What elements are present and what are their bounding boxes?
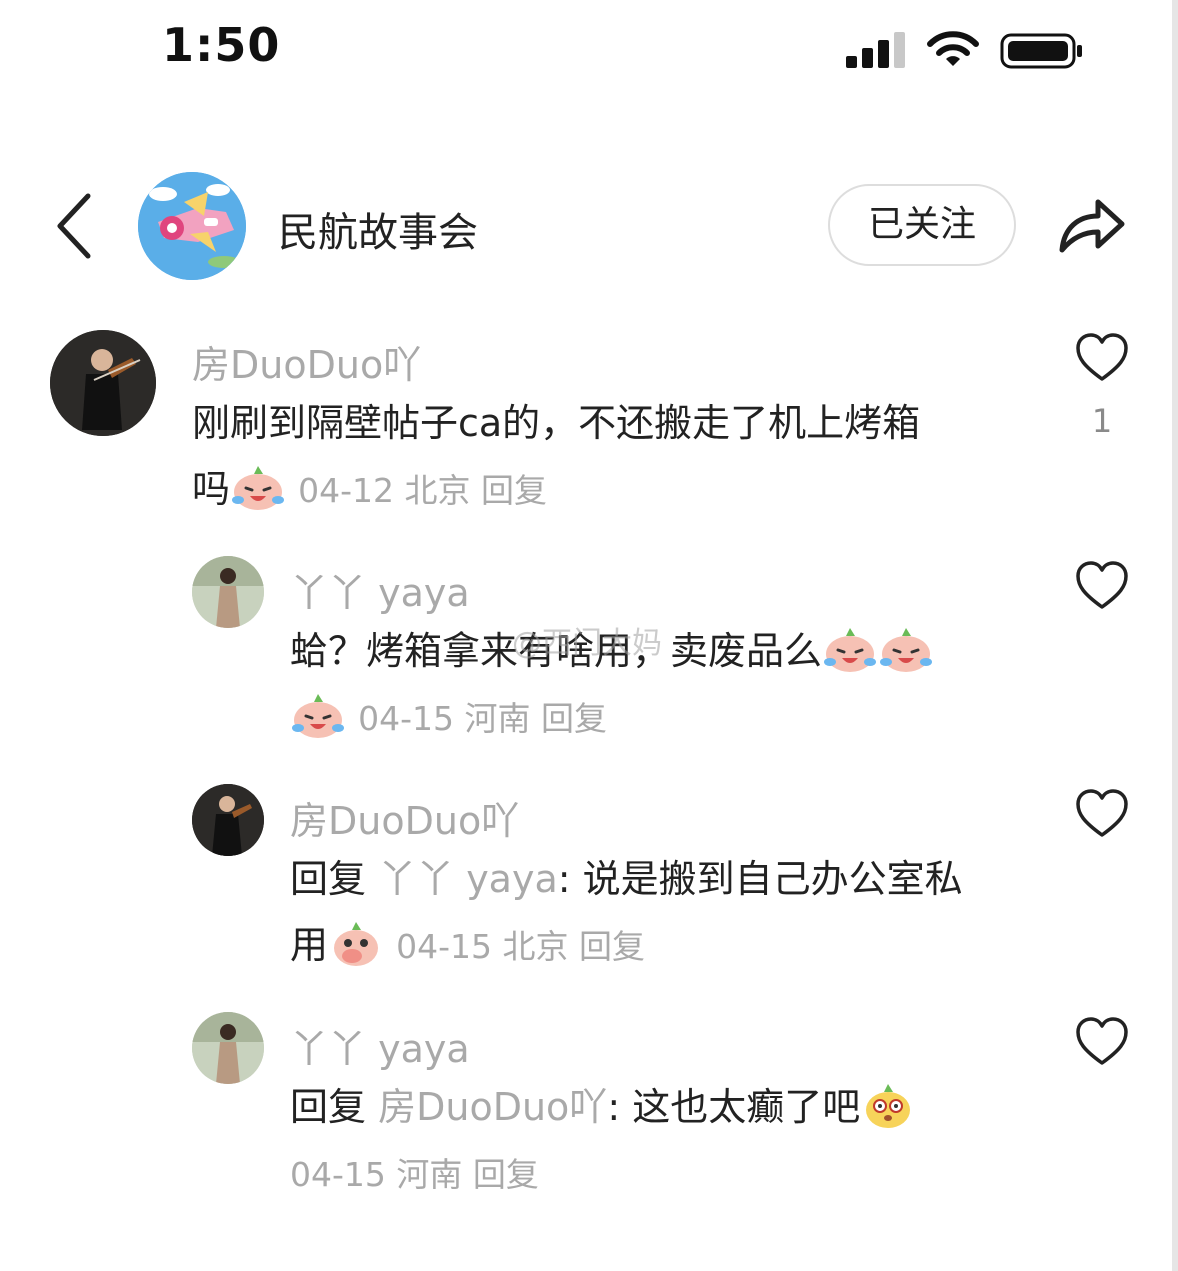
comment-location: 河南 — [396, 1155, 463, 1194]
reply-button[interactable]: 回复 — [541, 699, 607, 738]
comment-username[interactable]: 房DuoDuo吖 — [192, 334, 421, 389]
reply-button[interactable]: 回复 — [473, 1155, 539, 1194]
reply-target-username[interactable]: 丫丫 yaya — [378, 857, 558, 901]
comment-location: 北京 — [404, 471, 471, 510]
crying-laughing-emoji-icon — [292, 694, 344, 738]
avatar[interactable] — [192, 784, 264, 856]
battery-icon — [1000, 33, 1082, 69]
comment-text-line: 用 04-15 北京 回复 — [290, 912, 1050, 980]
reply-button[interactable]: 回复 — [579, 927, 645, 966]
crying-laughing-emoji-icon — [824, 628, 877, 672]
comment-meta: 04-12 北京 回复 — [298, 471, 547, 510]
comment-meta: 04-15 北京 回复 — [396, 927, 645, 966]
watermark: @西门大妈 — [512, 626, 662, 661]
crying-laughing-emoji-icon — [232, 466, 285, 510]
comment-date: 04-15 — [290, 1155, 386, 1194]
comment-text-line: 吗 04-12 北京 回复 — [192, 456, 1022, 524]
reply-button[interactable]: 回复 — [481, 471, 547, 510]
avatar[interactable] — [50, 330, 156, 436]
comment-meta: 04-15 河南 回复 — [290, 1155, 539, 1194]
comment-location: 河南 — [464, 699, 531, 738]
comment-text: 回复 丫丫 yaya: 说是搬到自己办公室私 用 04-15 北京 回复 — [290, 846, 1050, 980]
comment-date: 04-15 — [358, 699, 454, 738]
screen-edge-divider — [1172, 0, 1178, 1271]
comment-text-line: 04-15 河南 回复 — [290, 684, 1050, 752]
comment-text-line: 04-15 河南 回复 — [290, 1140, 1050, 1208]
comment-text: 蛤？烤箱拿来有啥用，卖废品么 04-15 河南 回复 — [290, 618, 1050, 752]
cellular-signal-icon — [846, 32, 905, 68]
comment-username[interactable]: 丫丫 yaya — [290, 1018, 470, 1073]
comment-text-line: 回复 丫丫 yaya: 说是搬到自己办公室私 — [290, 857, 963, 901]
comment-text-line: 蛤？烤箱拿来有啥用，卖废品么 — [290, 618, 1050, 684]
comment-date: 04-12 — [298, 471, 394, 510]
comment-text: 刚刷到隔壁帖子ca的，不还搬走了机上烤箱 吗 04-12 北京 回复 — [192, 390, 1022, 524]
heart-outline-icon[interactable] — [1074, 560, 1130, 612]
covering-mouth-emoji-icon — [334, 922, 379, 966]
comment-username[interactable]: 房DuoDuo吖 — [290, 790, 519, 845]
follow-button[interactable]: 已关注 — [828, 184, 1016, 266]
avatar[interactable] — [192, 556, 264, 628]
share-arrow-icon[interactable] — [1056, 192, 1128, 258]
comment-meta: 04-15 河南 回复 — [358, 699, 607, 738]
chevron-left-icon[interactable] — [52, 190, 96, 262]
crying-laughing-emoji-icon — [880, 628, 933, 672]
comment-location: 北京 — [502, 927, 569, 966]
comment-text-line: 刚刷到隔壁帖子ca的，不还搬走了机上烤箱 — [192, 401, 921, 445]
avatar[interactable] — [192, 1012, 264, 1084]
comment-username[interactable]: 丫丫 yaya — [290, 562, 470, 617]
reply-target-username[interactable]: 房DuoDuo吖 — [378, 1085, 607, 1129]
comment-text: 回复 房DuoDuo吖: 这也太癫了吧 04-15 河南 回复 — [290, 1074, 1050, 1208]
heart-outline-icon[interactable] — [1074, 1016, 1130, 1068]
heart-outline-icon[interactable] — [1074, 788, 1130, 840]
like-count: 1 — [1091, 402, 1113, 440]
channel-avatar[interactable] — [138, 172, 246, 280]
wifi-icon — [927, 31, 979, 66]
reply-prefix: 回复 — [290, 1085, 367, 1129]
comment-text-line: 回复 房DuoDuo吖: 这也太癫了吧 — [290, 1074, 1050, 1140]
status-time: 1:50 — [162, 18, 281, 72]
comment-date: 04-15 — [396, 927, 492, 966]
reply-prefix: 回复 — [290, 857, 367, 901]
channel-name[interactable]: 民航故事会 — [278, 200, 478, 258]
dizzy-emoji-icon — [866, 1084, 911, 1128]
heart-outline-icon[interactable] — [1074, 332, 1130, 384]
